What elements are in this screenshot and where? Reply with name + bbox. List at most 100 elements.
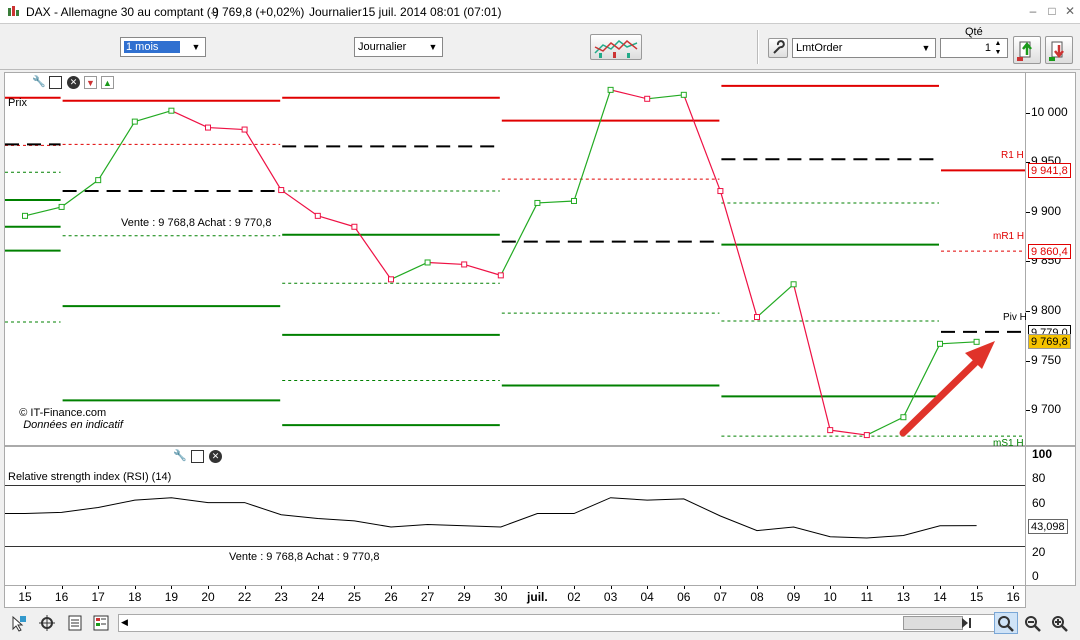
date-tick-label: 22 [237, 590, 252, 604]
wrench-button[interactable] [768, 38, 788, 58]
chevron-down-icon: ▼ [191, 42, 201, 52]
price-point[interactable] [95, 177, 102, 184]
crosshair-tool-icon[interactable] [38, 614, 56, 632]
price-panel-header: Prix 🔧 ✕ ▼ ▲ Vente : 9 768,8 Achat : 9 7… [5, 73, 285, 229]
window-icon[interactable] [191, 450, 204, 463]
date-tick-label: 14 [933, 590, 947, 604]
spinner-icon: ▲ ▼ [994, 40, 1002, 56]
date-tick-label: 20 [201, 590, 215, 604]
price-point[interactable] [58, 203, 65, 210]
price-point[interactable] [314, 212, 321, 219]
date-tick-mark [1013, 586, 1015, 589]
price-point[interactable] [497, 272, 504, 279]
price-point[interactable] [388, 276, 394, 283]
buy-arrow-icon[interactable]: ▲ [101, 76, 114, 89]
scroll-end-icon[interactable] [958, 614, 976, 632]
price-line-segment [207, 126, 245, 131]
window-icon[interactable] [49, 76, 62, 89]
rsi-panel[interactable]: Relative strength index (RSI) (14) 🔧 ✕ V… [4, 446, 1026, 586]
window-datetime: 15 juil. 2014 08:01 (07:01) [362, 5, 502, 19]
price-line-segment [280, 189, 319, 217]
date-tick-label: 04 [640, 590, 654, 604]
list-tool-icon[interactable] [92, 614, 110, 632]
range-select[interactable]: 1 mois ▼ [120, 37, 206, 57]
price-point[interactable] [168, 107, 175, 114]
cursor-tool-icon[interactable] [10, 614, 28, 632]
interval-select[interactable]: Journalier ▼ [354, 37, 443, 57]
price-tick-mark [1026, 211, 1030, 213]
date-tick-mark [25, 586, 26, 589]
maximize-icon[interactable]: □ [1045, 4, 1059, 18]
app-icon [6, 5, 20, 19]
rsi-line [5, 497, 977, 539]
wrench-icon[interactable]: 🔧 [32, 76, 46, 89]
copyright-text: © IT-Finance.com [19, 407, 107, 419]
date-tick-label: 10 [823, 590, 837, 604]
price-line-segment [756, 283, 794, 318]
date-tick-mark [683, 586, 685, 589]
price-point[interactable] [937, 340, 943, 347]
annotation-arrow[interactable] [899, 341, 995, 437]
price-chart[interactable] [5, 73, 1025, 445]
close-icon[interactable]: ✕ [1063, 4, 1077, 18]
zoom-out-icon[interactable] [1023, 614, 1043, 632]
price-point[interactable] [461, 261, 468, 268]
price-point[interactable] [973, 338, 980, 345]
price-panel-quote: Vente : 9 768,8 Achat : 9 770,8 [121, 217, 272, 229]
price-axis[interactable]: 10 000 9 950 9 900 9 850 9 800 9 750 9 700 9 94… [1026, 72, 1076, 446]
price-chart-panel[interactable]: Prix 🔧 ✕ ▼ ▲ Vente : 9 768,8 Achat : 9 7… [4, 72, 1027, 449]
date-tick-label: 18 [128, 590, 142, 604]
notes-tool-icon[interactable] [66, 614, 84, 632]
rsi-tick-label: 60 [1032, 495, 1046, 510]
date-tick-mark [793, 586, 795, 589]
date-tick-mark [537, 586, 539, 589]
scroll-left-icon[interactable]: ◀ [121, 617, 128, 628]
date-tick-label: 06 [677, 590, 691, 604]
price-point[interactable] [900, 414, 907, 421]
date-tick-label: 16 [54, 590, 69, 604]
buy-button[interactable] [1013, 36, 1041, 64]
rsi-axis[interactable]: 10080604020043,098 [1026, 446, 1076, 586]
price-point[interactable] [790, 281, 797, 288]
scrollbar-thumb[interactable] [903, 616, 963, 630]
close-icon[interactable]: ✕ [67, 76, 80, 89]
price-point[interactable] [680, 91, 687, 98]
price-point[interactable] [241, 126, 248, 133]
price-point[interactable] [424, 259, 431, 266]
close-icon[interactable]: ✕ [209, 450, 222, 463]
price-point[interactable] [644, 95, 651, 102]
price-point[interactable] [131, 118, 138, 125]
zoom-fit-button[interactable] [994, 612, 1018, 634]
price-point[interactable] [754, 314, 760, 321]
qty-input[interactable]: 1 ▲ ▼ [940, 38, 1008, 58]
sell-button[interactable] [1045, 36, 1073, 64]
date-tick-label: 08 [750, 590, 764, 604]
zoom-fit-icon [998, 616, 1014, 632]
price-point[interactable] [351, 223, 358, 230]
date-tick-mark [903, 586, 905, 589]
horizontal-scrollbar[interactable]: ◀ ▶ [118, 614, 1006, 632]
price-point[interactable] [278, 187, 285, 194]
sell-arrow-icon[interactable]: ▼ [84, 76, 97, 89]
price-point[interactable] [205, 124, 211, 131]
price-line-segment [537, 200, 575, 204]
chevron-down-icon: ▼ [428, 42, 438, 52]
wrench-icon[interactable]: 🔧 [173, 450, 187, 463]
price-line-segment [134, 110, 172, 123]
copyright-footer: © IT-Finance.com Données en indicatif [7, 395, 123, 443]
bottom-toolbar: ◀ ▶ [0, 608, 1080, 640]
date-axis[interactable]: 15 16 17 18 19 20 22 23 24 25 26 27 29 30 juil. 02 03 04 0… [4, 586, 1026, 608]
price-point[interactable] [607, 86, 614, 93]
minimize-icon[interactable]: – [1026, 4, 1040, 18]
price-tick-mark [1026, 311, 1030, 313]
price-point[interactable] [717, 188, 724, 195]
price-point[interactable] [827, 427, 834, 434]
price-point[interactable] [571, 197, 577, 204]
price-point[interactable] [863, 432, 870, 439]
chart-style-button[interactable] [590, 34, 642, 60]
rsi-tick-label: 0 [1032, 569, 1039, 583]
price-point[interactable] [22, 212, 28, 219]
price-point[interactable] [534, 199, 541, 206]
order-type-select[interactable]: LmtOrder ▼ [792, 38, 936, 58]
zoom-in-icon[interactable] [1050, 614, 1070, 632]
